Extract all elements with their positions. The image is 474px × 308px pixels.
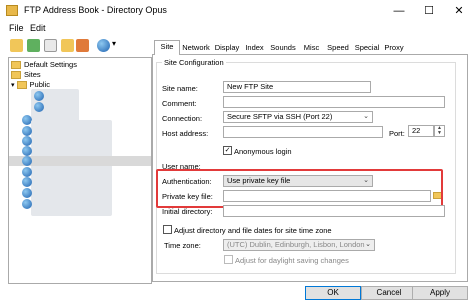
globe-icon <box>22 156 32 166</box>
expand-chevron-icon[interactable]: ▾ <box>11 82 15 89</box>
globe-icon <box>34 102 44 112</box>
app-folder-icon <box>6 5 18 16</box>
delete-icon[interactable] <box>76 39 89 52</box>
connection-select[interactable]: Secure SFTP via SSH (Port 22) ⌄ <box>223 111 373 123</box>
globe-icon <box>22 136 32 146</box>
tree-item-label: Default Settings <box>24 60 77 69</box>
folder-icon <box>11 61 21 70</box>
port-spinner[interactable]: ▲ ▼ <box>434 125 445 137</box>
globe-icon <box>22 199 32 209</box>
close-button[interactable]: ✕ <box>444 0 474 22</box>
daylight-saving-label: Adjust for daylight saving changes <box>235 256 349 265</box>
cancel-button[interactable]: Cancel <box>361 286 417 300</box>
globe-icon <box>22 126 32 136</box>
chevron-down-icon: ⌄ <box>365 241 371 248</box>
host-address-input[interactable] <box>223 126 383 138</box>
globe-icon <box>22 177 32 187</box>
authentication-highlight-box <box>156 169 443 208</box>
globe-icon <box>22 146 32 156</box>
globe-icon[interactable] <box>97 39 110 52</box>
chevron-down-icon[interactable]: ▾ <box>112 39 116 48</box>
tree-item-label: Public <box>29 80 50 89</box>
globe-icon <box>22 188 32 198</box>
ok-button[interactable]: OK <box>305 286 361 300</box>
settings-tabs: Site Network Display Index Sounds Misc S… <box>152 40 468 55</box>
tab-speed[interactable]: Speed <box>324 42 352 54</box>
connection-select-value: Secure SFTP via SSH (Port 22) <box>227 112 333 121</box>
adjust-dates-checkbox[interactable] <box>163 225 172 234</box>
chevron-down-icon: ⌄ <box>363 113 369 120</box>
redacted-site-names <box>31 120 112 216</box>
comment-label: Comment: <box>162 99 197 108</box>
new-folder-icon[interactable] <box>10 39 23 52</box>
time-zone-label: Time zone: <box>164 241 201 250</box>
tab-site[interactable]: Site <box>154 40 180 55</box>
tab-misc[interactable]: Misc <box>299 42 324 54</box>
initial-directory-input[interactable] <box>223 205 445 217</box>
globe-icon <box>22 167 32 177</box>
new-icon[interactable] <box>44 39 57 52</box>
apply-button[interactable]: Apply <box>412 286 468 300</box>
tab-sounds[interactable]: Sounds <box>267 42 299 54</box>
globe-icon <box>34 91 44 101</box>
anonymous-login-checkbox[interactable]: ✓ <box>223 146 232 155</box>
tab-proxy[interactable]: Proxy <box>382 42 406 54</box>
title-bar: FTP Address Book - Directory Opus — ☐ ✕ <box>0 0 474 22</box>
time-zone-select-value: (UTC) Dublin, Edinburgh, Lisbon, London <box>227 240 365 249</box>
tree-item-label: Sites <box>24 70 41 79</box>
window-title: FTP Address Book - Directory Opus <box>24 5 167 15</box>
add-site-icon[interactable] <box>27 39 40 52</box>
folder-icon <box>16 81 27 90</box>
toolbar: ▾ <box>0 36 152 56</box>
site-tree[interactable]: Default Settings Sites ▾ Public <box>8 57 152 284</box>
daylight-saving-checkbox[interactable] <box>224 255 233 264</box>
host-address-label: Host address: <box>162 129 209 138</box>
comment-input[interactable] <box>223 96 445 108</box>
ftp-address-book-window: FTP Address Book - Directory Opus — ☐ ✕ … <box>0 0 474 308</box>
connection-label: Connection: <box>162 114 203 123</box>
menu-bar: File Edit <box>0 22 474 36</box>
initial-directory-label: Initial directory: <box>162 207 213 216</box>
menu-edit[interactable]: Edit <box>30 23 46 33</box>
anonymous-login-label: Anonymous login <box>234 147 292 156</box>
group-title: Site Configuration <box>162 58 226 67</box>
port-label: Port: <box>389 129 405 138</box>
folder-icon <box>11 71 21 80</box>
menu-file[interactable]: File <box>9 23 24 33</box>
time-zone-select[interactable]: (UTC) Dublin, Edinburgh, Lisbon, London … <box>223 239 375 251</box>
tab-network[interactable]: Network <box>180 42 212 54</box>
maximize-button[interactable]: ☐ <box>414 0 444 22</box>
tab-special[interactable]: Special <box>352 42 382 54</box>
folder-open-icon[interactable] <box>61 39 74 52</box>
port-input[interactable]: 22 <box>408 125 434 137</box>
site-name-input[interactable]: New FTP Site <box>223 81 371 93</box>
tab-index[interactable]: Index <box>242 42 267 54</box>
site-name-label: Site name: <box>162 84 198 93</box>
tab-display[interactable]: Display <box>212 42 242 54</box>
adjust-dates-label: Adjust directory and file dates for site… <box>174 226 332 235</box>
minimize-button[interactable]: — <box>384 0 414 22</box>
